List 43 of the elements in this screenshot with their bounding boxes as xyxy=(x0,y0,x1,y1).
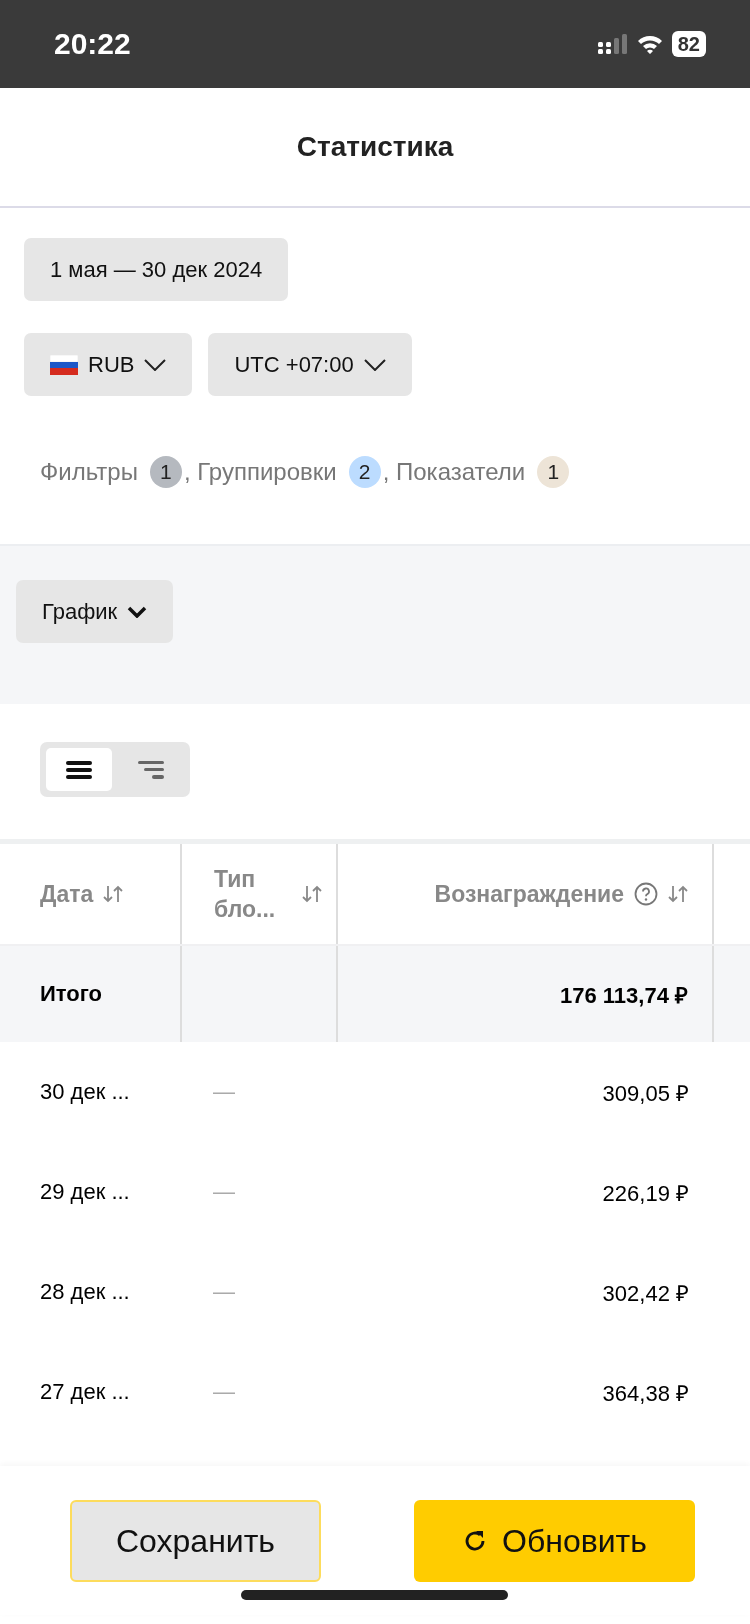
count-badge: 2 xyxy=(348,456,381,488)
currency-dropdown[interactable]: RUB xyxy=(24,333,193,396)
column-header[interactable]: Вознаграждение xyxy=(434,880,624,908)
date-cell: 29 дек ... xyxy=(40,1179,130,1204)
date-range-button[interactable]: 1 мая — 30 дек 2024 xyxy=(24,238,289,301)
total-label: Итого xyxy=(40,981,103,1006)
signal-icon xyxy=(597,32,628,56)
page-title: Статистика xyxy=(296,131,454,163)
count-badge: 1 xyxy=(537,456,570,488)
battery-level: 82 xyxy=(671,31,706,57)
reward-cell: 309,05 ₽ xyxy=(602,1081,689,1106)
chevron-down-icon xyxy=(363,358,386,371)
status-time: 20:22 xyxy=(54,27,132,61)
type-cell: — xyxy=(213,1079,235,1104)
update-button[interactable]: Обновить xyxy=(414,1500,695,1582)
reward-cell: 226,19 ₽ xyxy=(602,1181,689,1206)
column-header[interactable]: Дата xyxy=(40,880,94,908)
reward-cell: 302,42 ₽ xyxy=(602,1281,689,1306)
total-value: 176 113,74 ₽ xyxy=(560,983,688,1008)
summary-label[interactable]: Фильтры xyxy=(40,458,138,486)
type-cell: — xyxy=(213,1279,235,1304)
chart-toggle-button[interactable]: График xyxy=(16,580,174,643)
date-cell: 27 дек ... xyxy=(40,1379,130,1404)
count-badge: 1 xyxy=(149,456,182,488)
reward-cell: 364,38 ₽ xyxy=(602,1381,689,1406)
save-button[interactable]: Сохранить xyxy=(70,1500,321,1582)
timezone-dropdown[interactable]: UTC +07:00 xyxy=(208,333,412,396)
chevron-down-icon xyxy=(127,605,148,618)
type-cell: — xyxy=(213,1179,235,1204)
summary-label[interactable]: , Показатели xyxy=(382,458,526,486)
tiered-lines-icon xyxy=(138,759,164,780)
sort-icon[interactable] xyxy=(103,885,124,903)
sort-icon[interactable] xyxy=(668,885,688,903)
sort-icon[interactable] xyxy=(302,885,322,903)
date-cell: 28 дек ... xyxy=(40,1279,130,1304)
flag-icon xyxy=(50,354,78,375)
chevron-down-icon xyxy=(144,358,167,371)
summary-label[interactable]: , Группировки xyxy=(183,458,337,486)
type-cell: — xyxy=(213,1379,235,1404)
flat-view-tab[interactable] xyxy=(46,748,112,791)
date-cell: 30 дек ... xyxy=(40,1079,130,1104)
menu-icon xyxy=(66,759,92,780)
help-icon[interactable] xyxy=(634,882,658,906)
